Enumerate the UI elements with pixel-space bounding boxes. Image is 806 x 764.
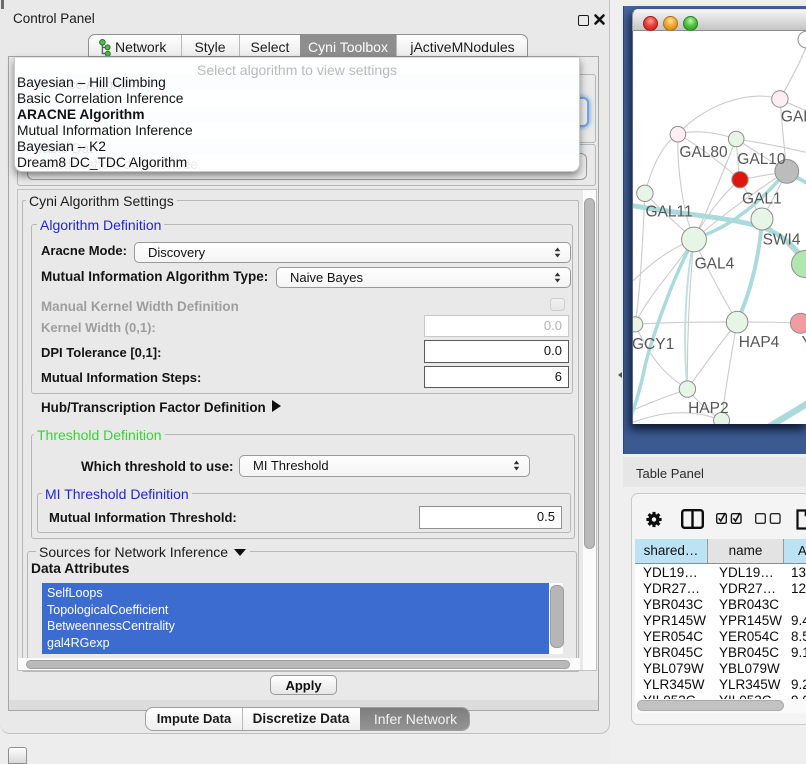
svg-text:Y: Y — [802, 334, 806, 351]
svg-text:GAL80: GAL80 — [679, 144, 728, 161]
svg-text:HAP4: HAP4 — [739, 334, 780, 351]
svg-text:GAL4: GAL4 — [695, 255, 735, 272]
svg-text:GAL: GAL — [781, 109, 806, 126]
svg-text:GAL1: GAL1 — [742, 191, 782, 208]
svg-text:GAL10: GAL10 — [737, 151, 786, 168]
svg-text:SWI4: SWI4 — [763, 232, 801, 249]
svg-text:HAP2: HAP2 — [688, 400, 729, 417]
svg-text:GAL11: GAL11 — [646, 203, 693, 220]
svg-text:GCY1: GCY1 — [633, 336, 674, 353]
